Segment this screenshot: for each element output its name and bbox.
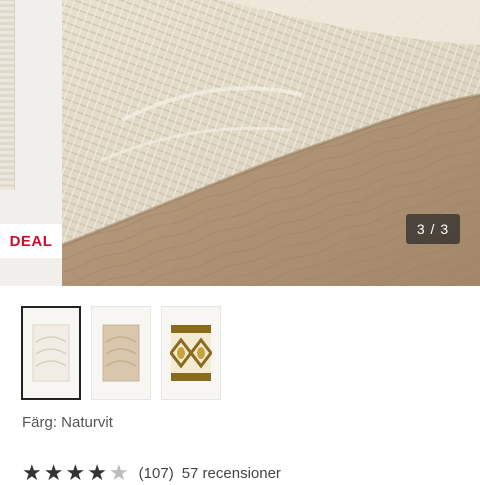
- reviews-link[interactable]: 57 recensioner: [182, 465, 281, 482]
- deal-badge: DEAL: [0, 224, 62, 258]
- rating-count: (107): [138, 464, 174, 482]
- color-label: Färg: Naturvit: [22, 414, 113, 431]
- star-icon: ★: [22, 460, 42, 485]
- star-rating: ★ ★ ★ ★ ★: [22, 462, 129, 484]
- white-rug-thumbnail-image: [32, 324, 70, 382]
- star-icon: ★: [87, 460, 107, 485]
- previous-rug-image: [0, 0, 15, 190]
- main-product-photo[interactable]: 3 / 3: [62, 0, 480, 286]
- mustard-rug-thumbnail-image: [170, 325, 212, 381]
- image-counter: 3 / 3: [406, 214, 460, 244]
- thumbnail-mustard[interactable]: [161, 306, 221, 400]
- previous-slide-peek[interactable]: DEAL: [0, 0, 62, 286]
- rating-row[interactable]: ★ ★ ★ ★ ★ (107) 57 recensioner: [22, 462, 289, 484]
- beige-rug-thumbnail-image: [102, 324, 140, 382]
- thumbnail-strip: [21, 306, 221, 400]
- thumbnail-natural-white[interactable]: [21, 306, 81, 400]
- star-icon: ★: [65, 460, 86, 485]
- thumbnail-beige[interactable]: [91, 306, 151, 400]
- star-icon: ★: [43, 460, 64, 485]
- star-empty-icon: ★: [108, 460, 129, 485]
- image-gallery[interactable]: DEAL 3 / 3: [0, 0, 480, 286]
